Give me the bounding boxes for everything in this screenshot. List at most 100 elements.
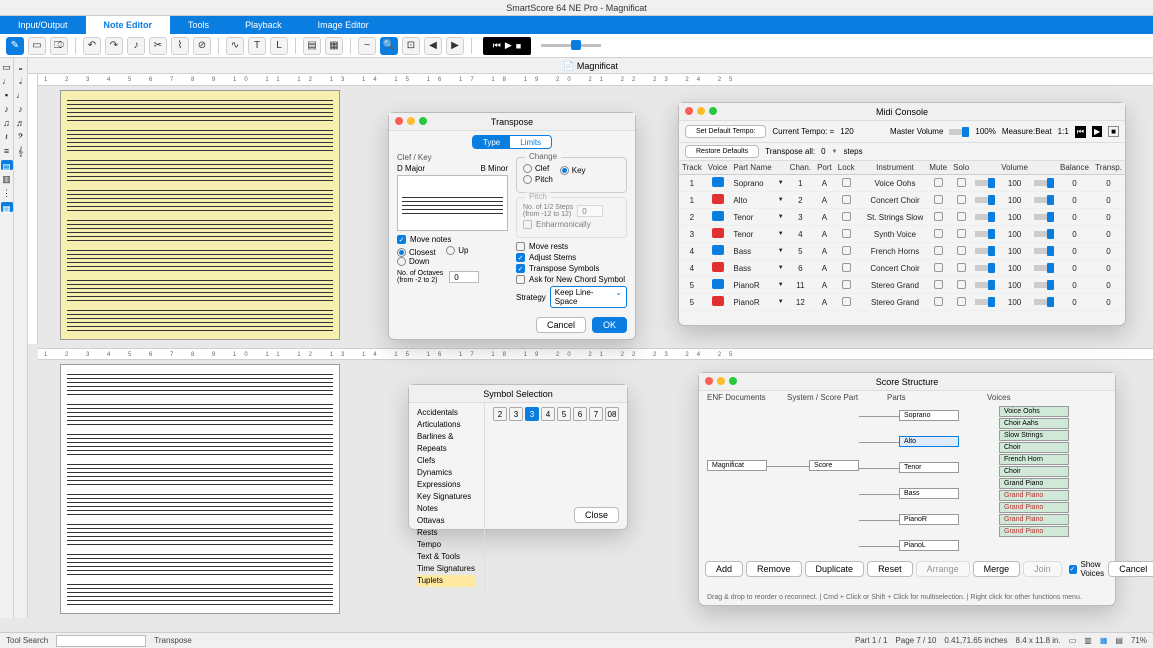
lock-checkbox[interactable]: [842, 195, 851, 204]
pal2-7-icon[interactable]: 𝄞: [16, 146, 26, 156]
minimize-icon[interactable]: [697, 107, 705, 115]
balance-slider[interactable]: [1034, 214, 1054, 220]
voice-chip[interactable]: [712, 245, 724, 255]
solo-checkbox[interactable]: [957, 280, 966, 289]
midi-col-header[interactable]: [775, 161, 787, 175]
tab-limits[interactable]: Limits: [510, 136, 551, 148]
tree-part[interactable]: Bass: [899, 488, 959, 499]
view-icon-1[interactable]: ▭: [1069, 636, 1077, 645]
mute-checkbox[interactable]: [934, 297, 943, 306]
midi-col-header[interactable]: Balance: [1057, 161, 1092, 175]
midi-track-row[interactable]: 5PianoR▼11AStereo Grand10000: [679, 277, 1125, 294]
set-default-tempo-button[interactable]: Set Default Tempo:: [685, 125, 766, 138]
move-rests-checkbox[interactable]: [516, 242, 525, 251]
ask-chord-checkbox[interactable]: [516, 275, 525, 284]
midi-track-row[interactable]: 1Soprano▼1AVoice Oohs10000: [679, 175, 1125, 192]
midi-play-icon[interactable]: ▶: [1092, 126, 1102, 137]
symbol-category-item[interactable]: Tuplets: [417, 575, 476, 587]
tab-type[interactable]: Type: [473, 136, 510, 148]
symbol-category-item[interactable]: Accidentals: [417, 407, 476, 419]
symbol-variant-tab[interactable]: 3: [509, 407, 523, 421]
pal-rest-icon[interactable]: ▪: [2, 90, 12, 100]
rewind-icon[interactable]: ⏮: [493, 40, 501, 51]
transpose-tabs[interactable]: Type Limits: [472, 135, 552, 149]
pitch-radio[interactable]: [523, 175, 532, 184]
volume-slider[interactable]: [975, 197, 995, 203]
symbol-variant-tab[interactable]: 4: [541, 407, 555, 421]
midi-col-header[interactable]: Track: [679, 161, 705, 175]
closest-radio[interactable]: [397, 248, 406, 257]
symbol-category-item[interactable]: Text & Tools: [417, 551, 476, 563]
toolbtn-lyric[interactable]: L: [270, 37, 288, 55]
score-view-enf[interactable]: [60, 364, 340, 614]
balance-slider[interactable]: [1034, 231, 1054, 237]
up-radio[interactable]: [446, 246, 455, 255]
tree-part[interactable]: Soprano: [899, 410, 959, 421]
midi-col-header[interactable]: Port: [814, 161, 835, 175]
toolbtn-6[interactable]: ⊘: [193, 37, 211, 55]
merge-button[interactable]: Merge: [973, 561, 1021, 577]
balance-slider[interactable]: [1034, 180, 1054, 186]
midi-col-header[interactable]: Solo: [950, 161, 972, 175]
pal-a-icon[interactable]: ♪: [2, 104, 12, 114]
play-icon[interactable]: ▶: [505, 40, 512, 51]
symbols-close-button[interactable]: Close: [574, 507, 619, 523]
pal2-6-icon[interactable]: 𝄢: [16, 132, 26, 142]
symbol-category-item[interactable]: Clefs: [417, 455, 476, 467]
structure-tree[interactable]: Magnificat Score SopranoAltoTenorBassPia…: [699, 404, 1115, 564]
tab-image-editor[interactable]: Image Editor: [300, 16, 387, 34]
midi-track-row[interactable]: 1Alto▼2AConcert Choir10000: [679, 192, 1125, 209]
tree-voice[interactable]: Slow Strings: [999, 430, 1069, 441]
voice-chip[interactable]: [712, 296, 724, 306]
symbol-category-item[interactable]: Dynamics: [417, 467, 476, 479]
mute-checkbox[interactable]: [934, 195, 943, 204]
tab-note-editor[interactable]: Note Editor: [86, 16, 171, 34]
reset-button[interactable]: Reset: [867, 561, 913, 577]
symbol-category-item[interactable]: Expressions: [417, 479, 476, 491]
transport-controls[interactable]: ⏮ ▶ ■: [483, 37, 531, 55]
midi-track-row[interactable]: 4Bass▼6AConcert Choir10000: [679, 260, 1125, 277]
pal-select-icon[interactable]: ▭: [2, 62, 12, 72]
minimize-icon[interactable]: [407, 117, 415, 125]
pal-f-icon[interactable]: ▥: [2, 174, 12, 184]
toolbtn-tie[interactable]: ∿: [226, 37, 244, 55]
mute-checkbox[interactable]: [934, 229, 943, 238]
mute-checkbox[interactable]: [934, 212, 943, 221]
view-icon-4[interactable]: ▤: [1115, 636, 1123, 645]
lock-checkbox[interactable]: [842, 246, 851, 255]
master-volume-slider[interactable]: [949, 129, 969, 135]
solo-checkbox[interactable]: [957, 263, 966, 272]
key-radio[interactable]: [560, 166, 569, 175]
toolbtn-1[interactable]: ✎: [6, 37, 24, 55]
volume-slider[interactable]: [975, 282, 995, 288]
symbol-category-item[interactable]: Notes: [417, 503, 476, 515]
zoom-icon[interactable]: [419, 117, 427, 125]
toolbtn-note[interactable]: ♪: [127, 37, 145, 55]
view-icon-3[interactable]: ▦: [1100, 636, 1108, 645]
symbol-variant-tab[interactable]: 3: [525, 407, 539, 421]
tree-voice[interactable]: Voice Oohs: [999, 406, 1069, 417]
tree-part[interactable]: PianoL: [899, 540, 959, 551]
midi-col-header[interactable]: Part Name: [730, 161, 774, 175]
toolbtn-prev[interactable]: ◀: [424, 37, 442, 55]
toolbtn-layout2[interactable]: ▦: [325, 37, 343, 55]
toolbtn-2[interactable]: ▭: [28, 37, 46, 55]
midi-col-header[interactable]: Transp.: [1092, 161, 1125, 175]
stop-icon[interactable]: ■: [516, 41, 521, 51]
zoom-icon[interactable]: [729, 377, 737, 385]
pal2-3-icon[interactable]: ♩: [16, 90, 26, 100]
score-view-image[interactable]: [60, 90, 340, 340]
enharm-checkbox[interactable]: [523, 220, 532, 229]
symbol-variant-tab[interactable]: 7: [589, 407, 603, 421]
strategy-dropdown[interactable]: Keep Line-Space⌄: [550, 286, 627, 308]
tab-tools[interactable]: Tools: [170, 16, 227, 34]
voice-chip[interactable]: [712, 279, 724, 289]
transpose-ok-button[interactable]: OK: [592, 317, 627, 333]
midi-col-header[interactable]: Chan.: [787, 161, 814, 175]
transpose-cancel-button[interactable]: Cancel: [536, 317, 586, 333]
close-icon[interactable]: [705, 377, 713, 385]
octaves-input[interactable]: [449, 271, 479, 283]
tool-search-input[interactable]: [56, 635, 146, 647]
volume-slider[interactable]: [975, 299, 995, 305]
half-steps-input[interactable]: [577, 205, 603, 217]
